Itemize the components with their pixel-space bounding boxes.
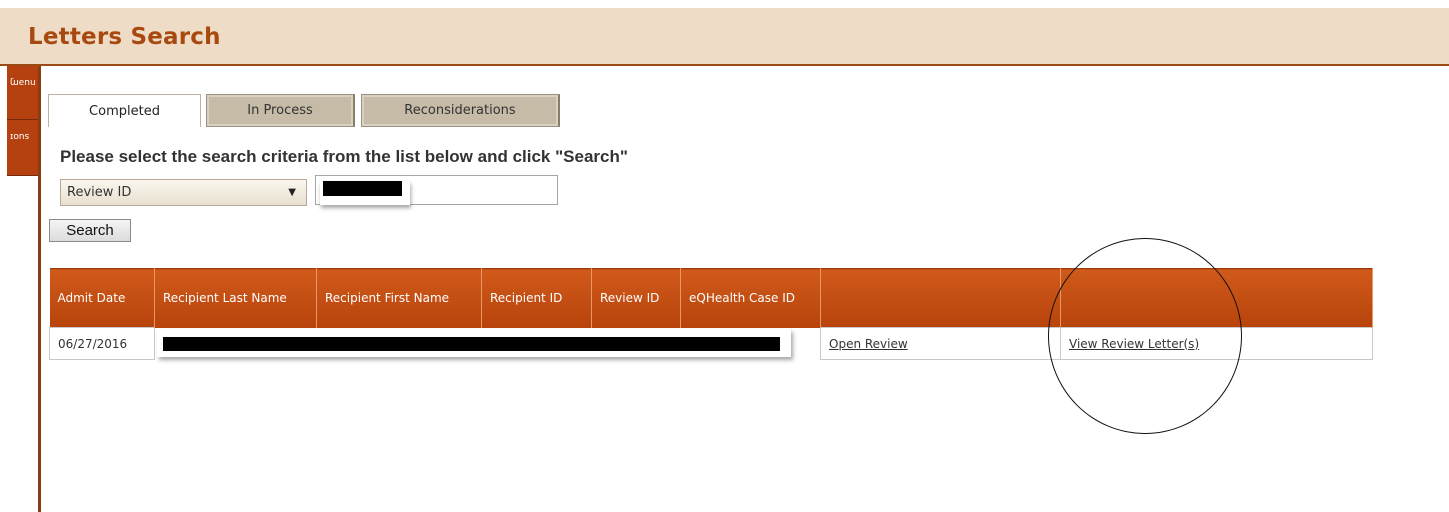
page-title: Letters Search bbox=[28, 24, 221, 50]
column-header[interactable]: Admit Date bbox=[49, 268, 155, 328]
criteria-select-value: Review ID bbox=[67, 185, 132, 200]
tab-completed[interactable]: Completed bbox=[48, 94, 201, 127]
results-table: Admit Date Recipient Last Name Recipient… bbox=[49, 268, 1373, 360]
column-header bbox=[820, 268, 1061, 328]
page-header: Letters Search bbox=[0, 8, 1449, 66]
tab-in-process[interactable]: In Process bbox=[206, 94, 355, 127]
view-letters-cell: View Review Letter(s) bbox=[1060, 327, 1373, 360]
column-header[interactable]: eQHealth Case ID bbox=[680, 268, 821, 328]
open-review-link[interactable]: Open Review bbox=[829, 337, 908, 351]
column-header[interactable]: Review ID bbox=[591, 268, 681, 328]
search-button[interactable]: Search bbox=[49, 219, 131, 242]
column-header[interactable]: Recipient First Name bbox=[316, 268, 482, 328]
search-instructions: Please select the search criteria from t… bbox=[60, 147, 628, 166]
redaction-mark bbox=[320, 181, 410, 205]
redacted-cell bbox=[154, 327, 821, 360]
tab-reconsiderations[interactable]: Reconsiderations bbox=[361, 94, 560, 127]
column-header bbox=[1060, 268, 1373, 328]
rail-tab-options[interactable]: suoɪ bbox=[7, 120, 40, 176]
column-header[interactable]: Recipient Last Name bbox=[154, 268, 317, 328]
open-review-cell: Open Review bbox=[820, 327, 1061, 360]
redaction-mark bbox=[157, 328, 791, 357]
view-review-letters-link[interactable]: View Review Letter(s) bbox=[1069, 337, 1199, 351]
chevron-down-icon: ▼ bbox=[288, 187, 296, 198]
rail-tab-menu[interactable]: nuəɱ bbox=[7, 66, 40, 120]
column-header[interactable]: Recipient ID bbox=[481, 268, 592, 328]
table-header-row: Admit Date Recipient Last Name Recipient… bbox=[49, 268, 1373, 328]
rail-tab-options-label: suoɪ bbox=[10, 131, 30, 141]
criteria-select[interactable]: Review ID ▼ bbox=[60, 179, 307, 206]
rail-tab-menu-label: nuəɱ bbox=[10, 77, 36, 87]
table-row: 06/27/2016 Open Review View Review Lette… bbox=[49, 327, 1373, 360]
left-rail: nuəɱ suoɪ bbox=[0, 66, 41, 512]
rail-divider bbox=[38, 66, 41, 512]
admit-date-cell: 06/27/2016 bbox=[49, 327, 155, 360]
